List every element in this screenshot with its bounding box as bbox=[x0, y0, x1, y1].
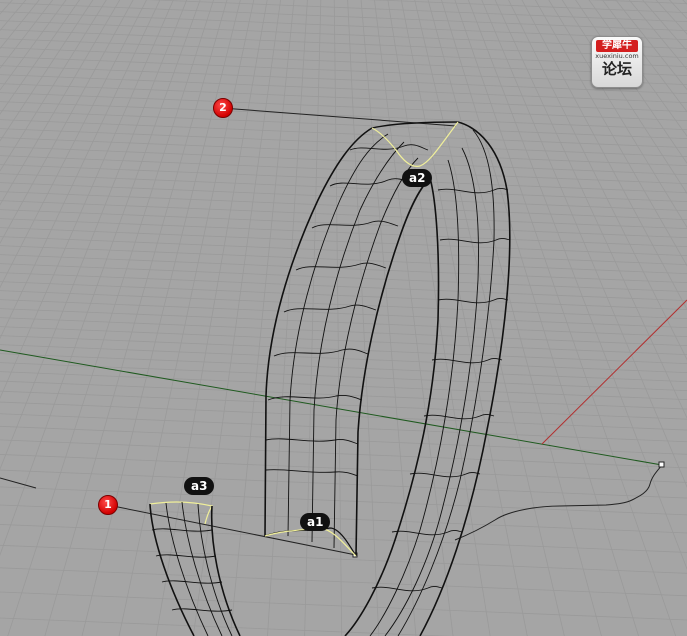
grid-line-cross bbox=[0, 544, 687, 574]
marker-2[interactable]: 2 bbox=[213, 98, 233, 118]
end-curve-right bbox=[454, 464, 663, 541]
grid-line-cross bbox=[588, 0, 687, 5]
grid-line-cross bbox=[0, 591, 687, 621]
grid-line-cross bbox=[0, 56, 687, 86]
tag-a3[interactable]: a3 bbox=[184, 477, 215, 495]
grid-line-cross bbox=[0, 173, 687, 203]
grid-line-cross bbox=[0, 92, 687, 122]
guide-line-left-stub bbox=[0, 477, 37, 489]
grid-line-cross bbox=[0, 20, 687, 50]
logo-top-text: 学犀牛 bbox=[596, 40, 638, 52]
construction-grid bbox=[0, 0, 687, 636]
end-segment-left-edge bbox=[149, 503, 195, 636]
grid-line-cross bbox=[0, 110, 687, 140]
grid-line-cross bbox=[0, 209, 687, 239]
sweep-surface[interactable] bbox=[264, 121, 511, 636]
grid-line-cross bbox=[0, 281, 687, 311]
xuexiniu-logo: 学犀牛 xuexiniu.com 论坛 bbox=[591, 36, 643, 88]
grid-line-receding bbox=[333, 0, 343, 636]
grid-line-cross bbox=[0, 128, 687, 158]
grid-line-receding bbox=[387, 0, 491, 636]
marker-1[interactable]: 1 bbox=[98, 495, 118, 515]
grid-line-receding bbox=[155, 0, 268, 636]
grid-line-cross bbox=[0, 401, 687, 431]
grid-line-cross bbox=[0, 182, 687, 212]
grid-line-cross bbox=[0, 11, 687, 41]
grid-line-cross bbox=[0, 290, 687, 320]
grid-line-cross bbox=[0, 47, 687, 77]
grid-line-cross bbox=[0, 263, 687, 293]
tag-a2[interactable]: a2 bbox=[402, 169, 433, 187]
grid-line-receding bbox=[427, 0, 602, 636]
grid-line-cross bbox=[0, 299, 687, 329]
grid-line-cross bbox=[0, 362, 687, 392]
grid-line-cross bbox=[0, 469, 687, 499]
grid-line-cross bbox=[0, 191, 687, 221]
grid-line-cross bbox=[0, 74, 687, 104]
logo-main-text: 论坛 bbox=[601, 60, 632, 78]
grid-line-receding bbox=[304, 0, 322, 636]
grid-line-cross bbox=[0, 83, 687, 113]
grid-line-cross bbox=[0, 2, 687, 32]
grid-line-cross bbox=[0, 218, 687, 248]
grid-line-cross bbox=[0, 413, 687, 443]
grid-line-cross bbox=[367, 0, 687, 14]
grid-line-receding bbox=[347, 0, 380, 636]
viewport-scene[interactable] bbox=[0, 0, 687, 636]
tag-a1[interactable]: a1 bbox=[300, 513, 331, 531]
grid-line-cross bbox=[0, 425, 687, 455]
grid-line-cross bbox=[0, 65, 687, 95]
endpoint-grip[interactable] bbox=[658, 461, 665, 468]
grid-line-cross bbox=[0, 38, 687, 68]
grid-line-cross bbox=[0, 200, 687, 230]
grid-line-cross bbox=[0, 236, 687, 266]
grid-line-cross bbox=[146, 0, 687, 23]
grid-line-cross bbox=[0, 308, 687, 338]
grid-line-cross bbox=[0, 439, 687, 469]
grid-line-cross bbox=[0, 617, 452, 636]
grid-line-receding bbox=[192, 0, 281, 636]
grid-line-cross bbox=[0, 155, 687, 185]
logo-url-text: xuexiniu.com bbox=[595, 52, 639, 60]
grid-line-cross bbox=[0, 119, 687, 149]
perspective-viewport[interactable]: 学犀牛 xuexiniu.com 论坛 2 1 a2 a1 a3 bbox=[0, 0, 687, 636]
grid-line-cross bbox=[0, 272, 687, 302]
grid-line-cross bbox=[0, 164, 687, 194]
end-segment-right-edge bbox=[210, 505, 241, 636]
